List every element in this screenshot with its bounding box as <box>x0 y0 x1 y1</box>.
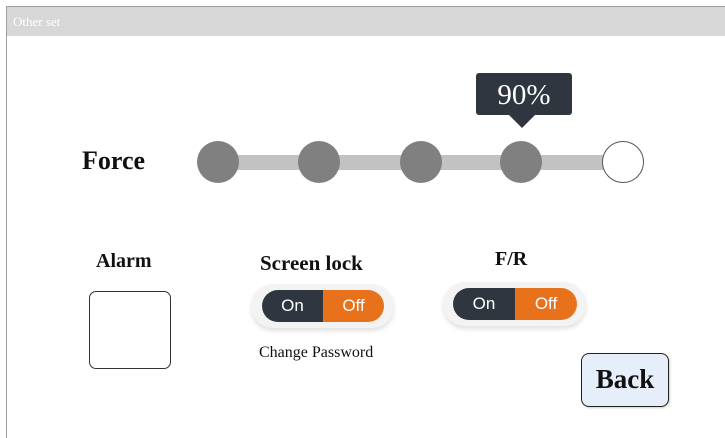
window-title: Other set <box>7 7 725 36</box>
force-step-1[interactable] <box>197 141 239 183</box>
alarm-label: Alarm <box>96 250 152 272</box>
force-step-2[interactable] <box>298 141 340 183</box>
force-value-tooltip: 90% <box>476 73 572 115</box>
force-step-4[interactable] <box>500 141 542 183</box>
screen-lock-label: Screen lock <box>260 251 363 275</box>
fr-off-option[interactable]: Off <box>515 288 577 320</box>
screen-lock-off-option[interactable]: Off <box>323 290 384 322</box>
alarm-button[interactable] <box>89 291 171 369</box>
tooltip-arrow <box>508 114 536 128</box>
fr-toggle[interactable]: On Off <box>453 288 577 320</box>
force-step-3[interactable] <box>400 141 442 183</box>
fr-on-option[interactable]: On <box>453 288 515 320</box>
force-step-5[interactable] <box>602 141 644 183</box>
fr-label: F/R <box>495 248 528 270</box>
back-button[interactable]: Back <box>581 353 669 407</box>
force-label: Force <box>82 146 146 175</box>
screen-lock-toggle[interactable]: On Off <box>262 290 384 322</box>
screen-lock-on-option[interactable]: On <box>262 290 323 322</box>
change-password-link[interactable]: Change Password <box>259 344 373 362</box>
